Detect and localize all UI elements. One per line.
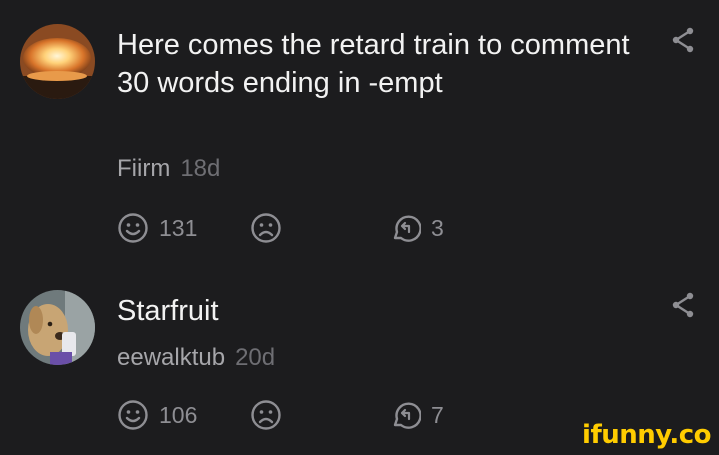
unsmile-button[interactable] (250, 397, 282, 433)
smile-count: 106 (159, 401, 198, 428)
unsmile-icon (251, 400, 281, 430)
timestamp: 20d (235, 344, 276, 371)
share-icon (672, 292, 694, 318)
comment-item: Starfruit eewalktub 20d 106 7 (0, 0, 719, 455)
reply-count: 7 (431, 401, 444, 428)
smile-button[interactable]: 106 (117, 397, 197, 433)
user-avatar[interactable] (20, 290, 95, 365)
comment-actions: 106 7 (117, 397, 477, 433)
comment-meta: eewalktub 20d (117, 344, 275, 372)
reply-button[interactable]: 7 (389, 397, 444, 433)
share-button[interactable] (668, 290, 698, 320)
comment-text: Starfruit (117, 295, 219, 327)
ifunny-watermark: ifunny.co (582, 420, 711, 450)
dog-avatar-icon (20, 290, 95, 365)
reply-icon (393, 402, 421, 429)
username[interactable]: eewalktub (117, 344, 225, 371)
smile-icon (118, 400, 148, 430)
